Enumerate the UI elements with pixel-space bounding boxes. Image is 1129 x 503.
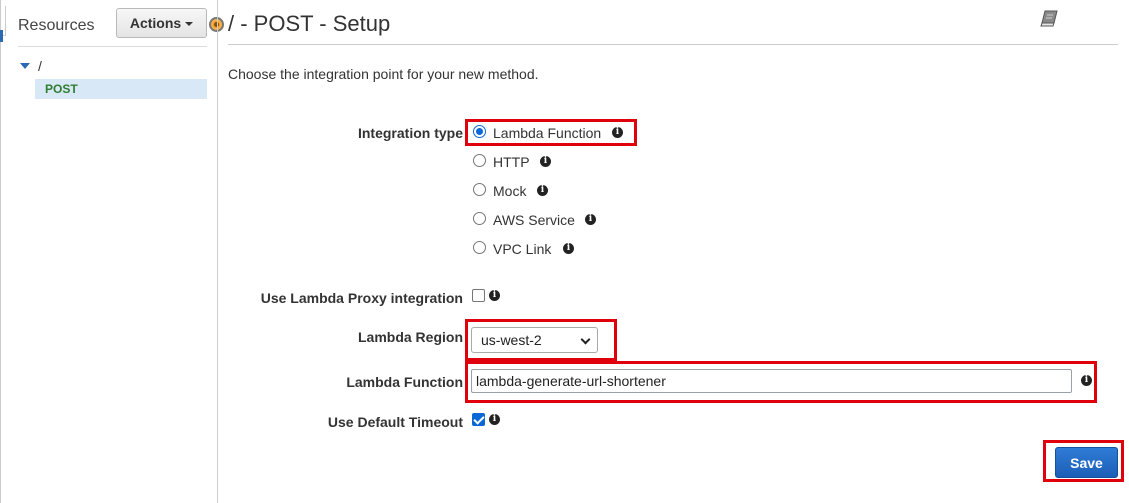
info-icon[interactable]: i <box>585 214 596 225</box>
default-timeout-checkbox[interactable] <box>472 413 485 426</box>
page-title: / - POST - Setup <box>228 11 391 36</box>
radio-http[interactable] <box>473 154 486 167</box>
caret-down-icon <box>185 22 194 26</box>
lambda-region-label: Lambda Region <box>357 329 463 345</box>
info-icon[interactable]: i <box>540 156 551 167</box>
resources-title: Resources <box>18 17 95 34</box>
left-panel-divider <box>18 46 207 47</box>
radio-vpc-link[interactable] <box>473 241 486 254</box>
lambda-proxy-label: Use Lambda Proxy integration <box>260 290 463 306</box>
lambda-function-label: Lambda Function <box>346 374 463 390</box>
tree-item-post[interactable]: POST <box>35 79 207 99</box>
lambda-proxy-checkbox[interactable] <box>472 289 485 302</box>
option-vpc-link-label: VPC Link <box>493 241 552 257</box>
book-icon[interactable] <box>1040 9 1060 27</box>
integration-type-label: Integration type <box>357 125 463 141</box>
option-aws-service-label: AWS Service <box>493 212 575 228</box>
triangle-down-icon[interactable] <box>20 63 30 69</box>
info-icon[interactable]: i <box>537 185 548 196</box>
save-button[interactable]: Save <box>1055 447 1118 478</box>
actions-button[interactable]: Actions <box>116 8 207 38</box>
option-http-label: HTTP <box>493 154 530 170</box>
info-icon[interactable]: i <box>489 414 500 425</box>
title-rule <box>228 44 1118 45</box>
info-icon[interactable]: i <box>489 290 500 301</box>
left-edge-border <box>0 0 1 503</box>
info-icon[interactable]: i <box>612 127 623 138</box>
tree-item-root[interactable]: / <box>38 58 42 74</box>
radio-lambda-function[interactable] <box>473 125 486 138</box>
intro-text: Choose the integration point for your ne… <box>228 66 539 82</box>
info-icon[interactable]: i <box>563 243 574 254</box>
option-lambda-function-label: Lambda Function <box>493 125 602 141</box>
lambda-region-value: us-west-2 <box>481 332 542 348</box>
actions-button-label: Actions <box>129 15 182 31</box>
left-edge-indicator <box>0 30 3 42</box>
lambda-function-input[interactable] <box>471 369 1072 393</box>
radio-aws-service[interactable] <box>473 212 486 225</box>
info-icon[interactable]: i <box>1081 375 1092 386</box>
lambda-region-select[interactable]: us-west-2 <box>471 327 598 353</box>
radio-mock[interactable] <box>473 183 486 196</box>
default-timeout-label: Use Default Timeout <box>327 414 463 430</box>
option-mock-label: Mock <box>493 183 527 199</box>
chevron-down-icon <box>580 334 591 345</box>
